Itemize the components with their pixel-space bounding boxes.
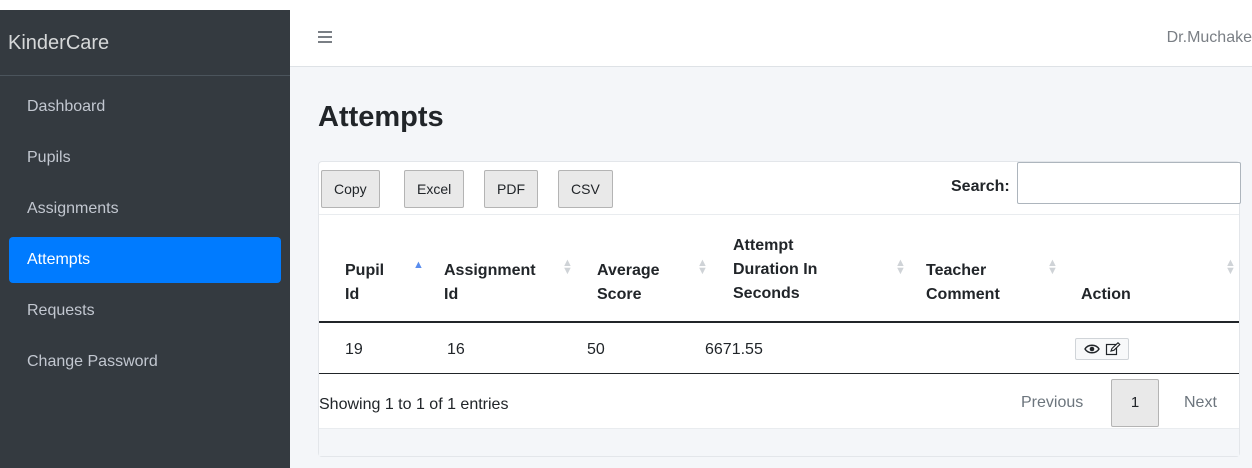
- action-group: [1075, 338, 1129, 360]
- table-row-divider: [319, 373, 1239, 374]
- cell-duration: 6671.55: [705, 341, 763, 358]
- sort-icon: ▲ ▼: [697, 257, 708, 277]
- sort-icon: ▲ ▼: [562, 257, 573, 277]
- column-header-teacher-comment[interactable]: Teacher Comment: [926, 259, 1000, 307]
- previous-page-link[interactable]: Previous: [1021, 394, 1083, 412]
- pdf-button[interactable]: PDF: [484, 170, 538, 208]
- column-header-pupil-id[interactable]: Pupil Id: [345, 259, 384, 307]
- cell-pupil-id: 19: [345, 341, 363, 358]
- sidebar-nav: Dashboard Pupils Assignments Attempts Re…: [0, 76, 290, 385]
- card-footer: [319, 428, 1239, 456]
- sort-icon: ▲ ▼: [1225, 257, 1236, 277]
- csv-button[interactable]: CSV: [558, 170, 613, 208]
- cell-assignment-id: 16: [447, 341, 465, 358]
- next-page-link[interactable]: Next: [1184, 394, 1217, 412]
- sort-icon: ▲ ▼: [895, 257, 906, 277]
- cell-average-score: 50: [587, 341, 605, 358]
- top-navbar: Dr.Muchake: [290, 10, 1252, 67]
- attempts-card: Copy Excel PDF CSV Search: Pupil Id ▲ As…: [318, 161, 1241, 457]
- hamburger-icon[interactable]: [318, 31, 332, 43]
- brand-logo[interactable]: KinderCare: [0, 10, 290, 76]
- excel-button[interactable]: Excel: [404, 170, 465, 208]
- column-header-average-score[interactable]: Average Score: [597, 259, 660, 307]
- page-title: Attempts: [318, 101, 444, 133]
- sidebar-item-attempts[interactable]: Attempts: [9, 237, 281, 283]
- search-label: Search:: [951, 178, 1010, 195]
- user-name[interactable]: Dr.Muchake: [1167, 29, 1252, 47]
- column-header-attempt-duration[interactable]: Attempt Duration In Seconds: [733, 234, 817, 306]
- sort-icon: ▲ ▼: [1047, 257, 1058, 277]
- sidebar-item-requests[interactable]: Requests: [9, 288, 281, 334]
- column-header-action[interactable]: Action: [1081, 283, 1131, 307]
- sort-ascending-icon: ▲: [413, 259, 424, 271]
- table-header-divider: [319, 321, 1239, 323]
- copy-button[interactable]: Copy: [321, 170, 380, 208]
- sidebar: KinderCare Dashboard Pupils Assignments …: [0, 10, 290, 468]
- sidebar-item-pupils[interactable]: Pupils: [9, 135, 281, 181]
- column-header-assignment-id[interactable]: Assignment Id: [444, 259, 536, 307]
- edit-icon[interactable]: [1105, 342, 1121, 356]
- search-input[interactable]: [1017, 162, 1241, 204]
- sidebar-item-change-password[interactable]: Change Password: [9, 339, 281, 385]
- page-1-button[interactable]: 1: [1111, 379, 1159, 427]
- sidebar-item-assignments[interactable]: Assignments: [9, 186, 281, 232]
- sidebar-item-dashboard[interactable]: Dashboard: [9, 84, 281, 130]
- entries-info: Showing 1 to 1 of 1 entries: [319, 396, 509, 413]
- main-content: Attempts Copy Excel PDF CSV Search: Pupi…: [290, 67, 1252, 468]
- eye-icon[interactable]: [1084, 342, 1100, 356]
- table-top-divider: [319, 214, 1239, 215]
